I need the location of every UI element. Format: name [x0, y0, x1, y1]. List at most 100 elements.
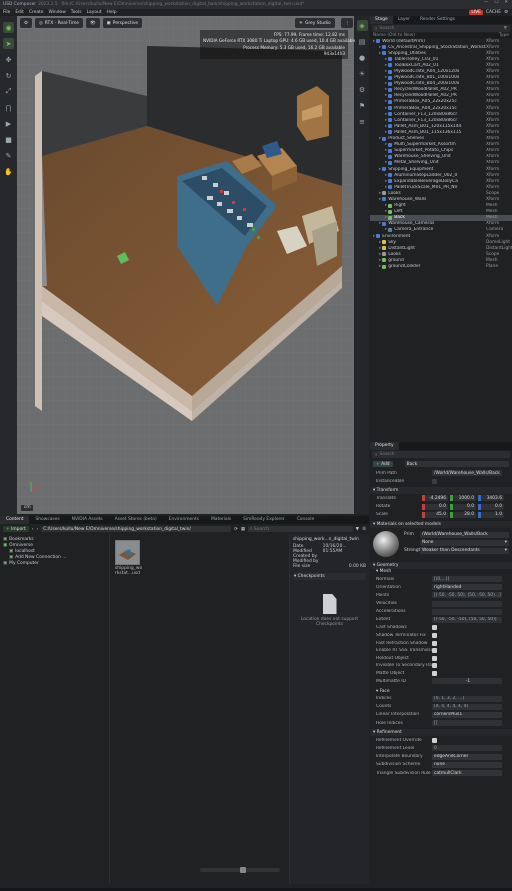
- mesh-checkbox[interactable]: [432, 648, 437, 654]
- live-badge[interactable]: LIVE: [469, 10, 483, 15]
- expand-arrow-icon[interactable]: ▸: [379, 258, 381, 263]
- select-tool-icon[interactable]: ➤: [3, 38, 14, 49]
- rotate-y-field[interactable]: 0.0: [453, 503, 476, 510]
- property-field[interactable]: []: [432, 720, 502, 727]
- content-tree-item[interactable]: ▣ My Computer: [0, 560, 109, 566]
- property-field[interactable]: [(-50, -50, 50), (50, -50, 50)...]: [432, 592, 502, 599]
- expand-arrow-icon[interactable]: ▸: [373, 39, 375, 44]
- file-item[interactable]: shipping_wo rkstat...usd: [115, 540, 142, 576]
- expand-arrow-icon[interactable]: ▸: [385, 173, 387, 178]
- expand-arrow-icon[interactable]: ▸: [385, 160, 387, 165]
- back-arrow-icon[interactable]: ‹: [32, 527, 34, 532]
- property-field[interactable]: [4, 4, 4, 4, 4, 4]: [432, 703, 502, 710]
- visibility-button[interactable]: 👁: [85, 18, 100, 28]
- expand-arrow-icon[interactable]: ▸: [385, 179, 387, 184]
- mesh-checkbox[interactable]: [432, 655, 437, 661]
- expand-arrow-icon[interactable]: ▸: [385, 63, 387, 68]
- material-ball-icon[interactable]: ●: [357, 52, 368, 63]
- sun-icon[interactable]: ☀: [357, 68, 368, 79]
- content-tab[interactable]: NVIDIA Assets: [66, 516, 109, 524]
- expand-arrow-icon[interactable]: ▸: [379, 197, 381, 202]
- expand-arrow-icon[interactable]: ▸: [385, 118, 387, 123]
- expand-arrow-icon[interactable]: ▸: [385, 75, 387, 80]
- list-view-icon[interactable]: ☰: [362, 527, 366, 532]
- translate-z-field[interactable]: 3403.6: [481, 495, 504, 502]
- tab-property[interactable]: Property: [370, 442, 399, 450]
- viewport-settings-button[interactable]: ⚙: [20, 18, 32, 28]
- expand-arrow-icon[interactable]: ▸: [385, 81, 387, 86]
- expand-arrow-icon[interactable]: ▸: [379, 45, 381, 50]
- property-field[interactable]: 0: [432, 745, 502, 752]
- renderer-button[interactable]: ◎ RTX - Real-Time: [34, 18, 83, 28]
- rotate-z-field[interactable]: 0.0: [481, 503, 504, 510]
- menu-window[interactable]: Window: [48, 10, 65, 15]
- scale-y-field[interactable]: 28.0: [453, 511, 476, 518]
- property-select[interactable]: rightHanded: [432, 584, 502, 591]
- expand-arrow-icon[interactable]: ▸: [379, 240, 381, 245]
- content-path-field[interactable]: C:/Users/kullu/New E/Omniverse/shipping_…: [41, 526, 232, 532]
- cache-badge[interactable]: CACHE: [486, 10, 501, 15]
- import-button[interactable]: + Import: [3, 526, 29, 532]
- play-icon[interactable]: ▶: [3, 118, 14, 129]
- expand-arrow-icon[interactable]: ▸: [385, 69, 387, 74]
- expand-arrow-icon[interactable]: ▸: [385, 203, 387, 208]
- menu-help[interactable]: Help: [107, 10, 117, 15]
- property-select[interactable]: catmullClark: [432, 770, 502, 776]
- property-field[interactable]: [0, 1, 3, 2, ...]: [432, 695, 502, 702]
- transform-section[interactable]: ▾ Transform: [370, 487, 512, 495]
- menu-file[interactable]: File: [3, 10, 10, 15]
- mesh-checkbox[interactable]: [432, 632, 437, 638]
- lighting-button[interactable]: ☀ Grey Studio: [295, 18, 335, 28]
- property-select[interactable]: none: [432, 761, 502, 768]
- stop-icon[interactable]: ■: [3, 134, 14, 145]
- property-select[interactable]: edgeAndCorner: [432, 753, 502, 760]
- nav-cube-icon[interactable]: ◈: [356, 20, 368, 31]
- content-tab[interactable]: Materials: [205, 516, 237, 524]
- filter-icon[interactable]: ▼: [504, 26, 507, 31]
- property-checkbox[interactable]: [432, 737, 437, 743]
- settings-icon[interactable]: ⚙: [504, 10, 508, 15]
- content-tab[interactable]: Showcases: [29, 516, 65, 524]
- grid-view-icon[interactable]: ▦: [241, 527, 245, 532]
- layers-icon[interactable]: ▤: [357, 36, 368, 47]
- tab-layer[interactable]: Layer: [393, 16, 415, 24]
- geometry-section[interactable]: ▾ Geometry: [370, 561, 512, 569]
- content-tab[interactable]: SimReady Explorer: [237, 516, 291, 524]
- expand-arrow-icon[interactable]: ▸: [385, 185, 387, 190]
- expand-arrow-icon[interactable]: ▸: [385, 142, 387, 147]
- viewport[interactable]: [17, 16, 354, 514]
- filter-icon[interactable]: ▼: [356, 527, 359, 532]
- forward-arrow-icon[interactable]: ›: [36, 527, 38, 532]
- camera-button[interactable]: ▣ Perspective: [102, 18, 143, 28]
- slider-handle[interactable]: [240, 867, 246, 873]
- expand-arrow-icon[interactable]: ▸: [379, 51, 381, 56]
- multimatte-field[interactable]: -1: [432, 678, 502, 685]
- stage-search-input[interactable]: ⌕ Search ▼: [372, 25, 510, 32]
- expand-arrow-icon[interactable]: ▸: [385, 148, 387, 153]
- grab-tool-icon[interactable]: ✋: [3, 166, 14, 177]
- refresh-icon[interactable]: ⟳: [234, 527, 238, 532]
- expand-arrow-icon[interactable]: ▸: [385, 130, 387, 135]
- prim-path-field[interactable]: /World/Warehouse_Walls/Back: [432, 470, 502, 477]
- instanceable-checkbox[interactable]: [432, 478, 437, 484]
- scale-tool-icon[interactable]: ⤢: [3, 86, 14, 97]
- material-prim-field[interactable]: /World/Warehouse_Walls/Back: [420, 531, 509, 538]
- expand-arrow-icon[interactable]: ▸: [385, 106, 387, 111]
- strength-select[interactable]: Weaker than Descendants ▾: [420, 547, 509, 554]
- content-search-input[interactable]: ⌕ Search: [248, 526, 353, 532]
- materials-section[interactable]: ▾ Materials on selected models: [370, 520, 512, 528]
- expand-arrow-icon[interactable]: ▸: [379, 264, 381, 269]
- move-tool-icon[interactable]: ✥: [3, 54, 14, 65]
- expand-arrow-icon[interactable]: ▸: [385, 57, 387, 62]
- expand-arrow-icon[interactable]: ▸: [379, 221, 381, 226]
- content-tab[interactable]: Console: [291, 516, 320, 524]
- mesh-checkbox[interactable]: [432, 625, 437, 631]
- menu-tools[interactable]: Tools: [71, 10, 82, 15]
- rotate-tool-icon[interactable]: ↻: [3, 70, 14, 81]
- expand-arrow-icon[interactable]: ▸: [385, 209, 387, 214]
- refinement-section[interactable]: ▾ Refinement: [370, 729, 512, 737]
- scale-x-field[interactable]: 45.0: [425, 511, 448, 518]
- property-field[interactable]: [(0,...)]: [432, 576, 502, 583]
- expand-arrow-icon[interactable]: ▸: [385, 99, 387, 104]
- scale-z-field[interactable]: 1.0: [481, 511, 504, 518]
